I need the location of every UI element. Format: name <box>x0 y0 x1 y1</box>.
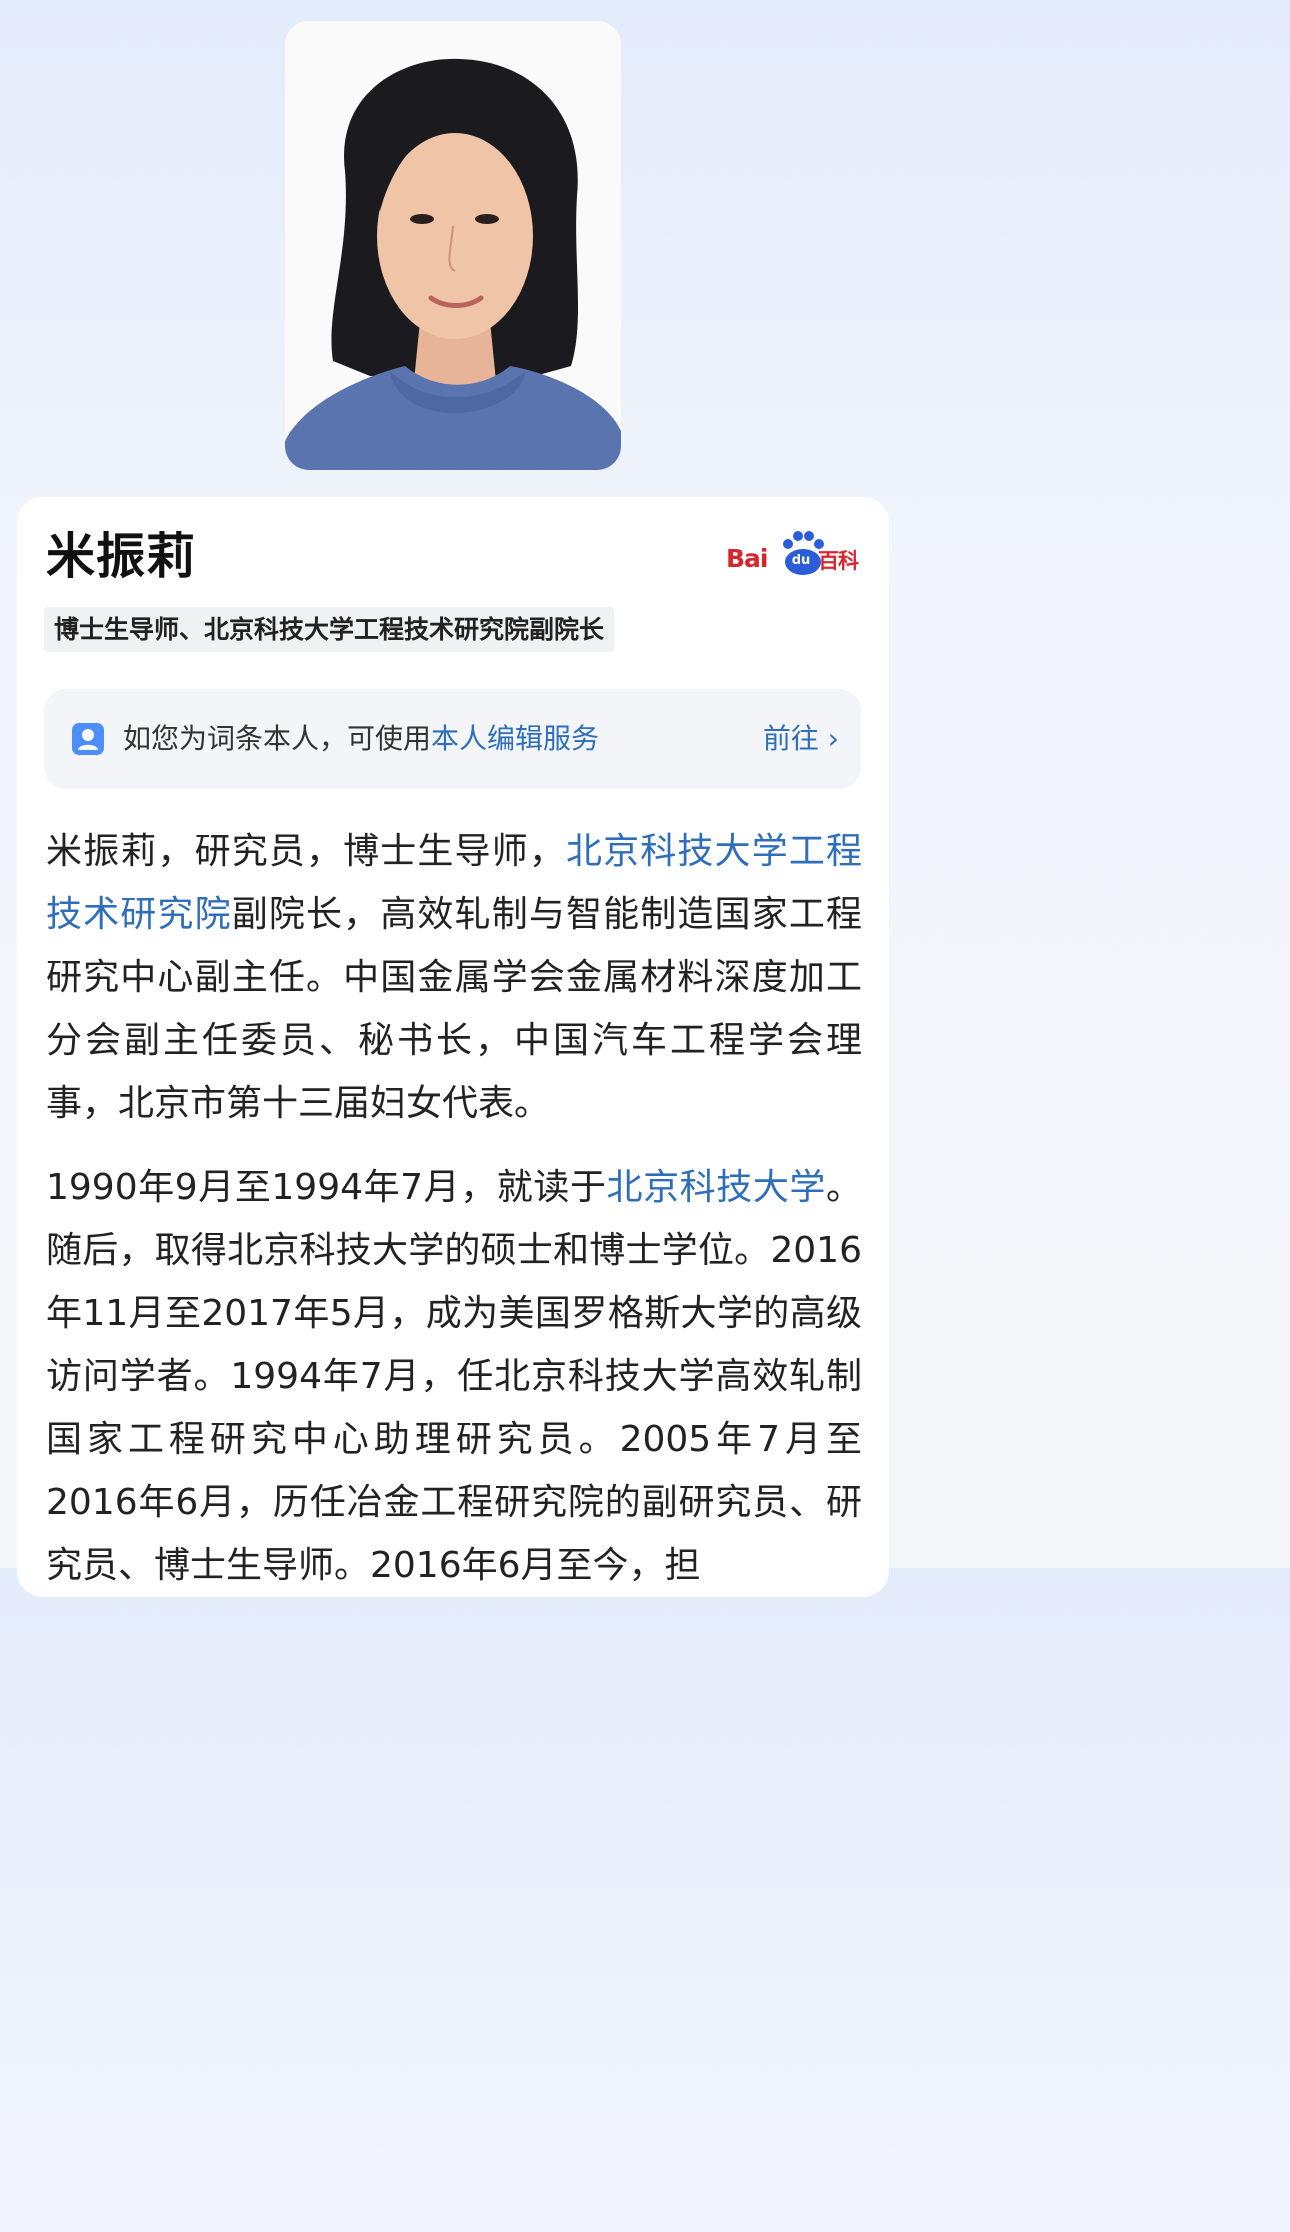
logo-bai-text: Bai <box>726 544 768 573</box>
entry-subtitle-tag: 博士生导师、北京科技大学工程技术研究院副院长 <box>44 607 615 652</box>
summary-paragraph: 米振莉，研究员，博士生导师，北京科技大学工程技术研究院副院长，高效轧制与智能制造… <box>46 820 862 1135</box>
logo-baike-text: 百科 <box>818 549 859 573</box>
p2-text-b: 。随后，取得北京科技大学的硕士和博士学位。2016年11月至2017年5月，成为… <box>46 1167 862 1586</box>
profile-photo[interactable] <box>285 21 621 470</box>
notice-prefix: 如您为词条本人，可使用 <box>123 722 432 755</box>
p2-text-a: 1990年9月至1994年7月，就读于 <box>46 1167 607 1208</box>
entry-title: 米振莉 <box>46 528 197 585</box>
link-ustb[interactable]: 北京科技大学 <box>607 1167 826 1208</box>
career-paragraph: 1990年9月至1994年7月，就读于北京科技大学。随后，取得北京科技大学的硕士… <box>46 1156 862 1597</box>
p1-text-a: 米振莉，研究员，博士生导师， <box>46 831 566 872</box>
self-edit-link[interactable]: 本人编辑服务 <box>431 722 599 755</box>
baidu-baike-logo[interactable]: Bai du 百科 <box>726 530 866 580</box>
self-edit-notice[interactable]: 如您为词条本人，可使用本人编辑服务 前往 › <box>44 689 861 789</box>
user-icon <box>72 723 104 755</box>
go-button[interactable]: 前往 › <box>763 720 839 758</box>
notice-text: 如您为词条本人，可使用本人编辑服务 <box>123 720 599 758</box>
portrait-image <box>285 21 621 470</box>
logo-du-text: du <box>791 553 811 568</box>
